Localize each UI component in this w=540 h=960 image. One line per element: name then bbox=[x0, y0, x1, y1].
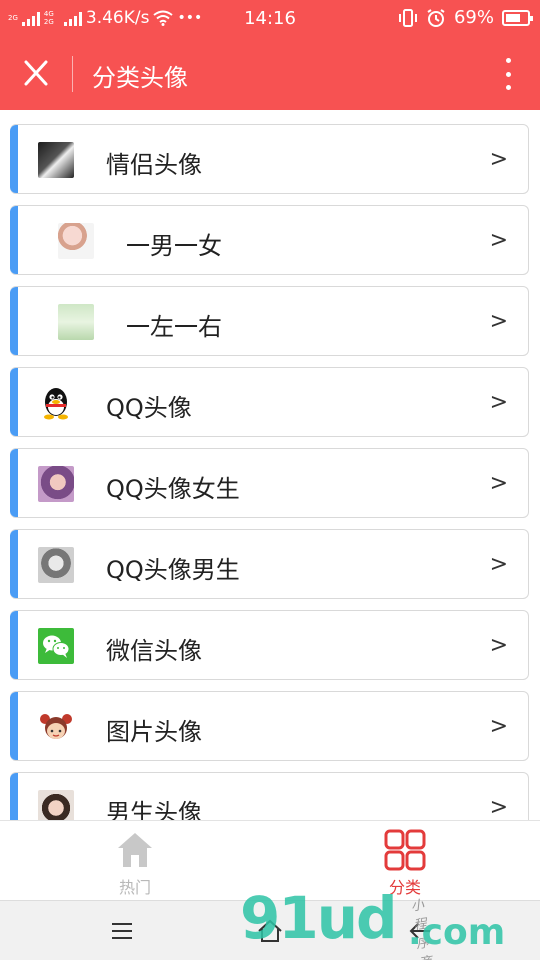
list-item[interactable]: 一左一右 > bbox=[10, 286, 529, 356]
close-icon[interactable] bbox=[18, 58, 54, 90]
row-accent-bar bbox=[10, 368, 18, 436]
chevron-right-icon: > bbox=[489, 714, 508, 739]
tab-label: 热门 bbox=[118, 878, 151, 897]
battery-icon bbox=[502, 9, 533, 26]
list-item-label: 微信头像 bbox=[106, 637, 202, 665]
more-vertical-icon[interactable] bbox=[498, 56, 518, 92]
couple-avatar bbox=[38, 142, 74, 178]
chevron-right-icon: > bbox=[489, 795, 508, 820]
list-item[interactable]: QQ头像女生 > bbox=[10, 448, 529, 518]
cartoon-girl-icon bbox=[40, 714, 72, 739]
list-item[interactable]: 微信头像 > bbox=[10, 610, 529, 680]
chevron-right-icon: > bbox=[489, 552, 508, 577]
page-title: 分类头像 bbox=[92, 64, 188, 92]
row-accent-bar bbox=[10, 611, 18, 679]
alarm-icon bbox=[427, 8, 445, 27]
menu-icon[interactable] bbox=[106, 915, 138, 947]
chevron-right-icon: > bbox=[489, 633, 508, 658]
vibrate-icon bbox=[398, 8, 417, 27]
couple-green-avatar bbox=[58, 304, 94, 340]
boy-bw-avatar bbox=[38, 547, 74, 583]
row-accent-bar bbox=[10, 287, 18, 355]
status-bar: 2G 4G 2G 3.46K/s ••• 14:16 69% bbox=[0, 0, 540, 38]
tab-hot[interactable]: 热门 bbox=[0, 821, 270, 901]
chevron-right-icon: > bbox=[489, 309, 508, 334]
battery-percent: 69% bbox=[453, 7, 494, 28]
chevron-right-icon: > bbox=[489, 228, 508, 253]
battery-fill bbox=[506, 13, 520, 22]
list-item-label: 一男一女 bbox=[126, 232, 222, 260]
title-bar: 分类头像 bbox=[0, 38, 540, 110]
title-divider bbox=[72, 56, 73, 92]
list-item-label: 一左一右 bbox=[126, 313, 222, 341]
list-item-label: QQ头像女生 bbox=[106, 475, 240, 503]
watermark-main: 91ud bbox=[240, 884, 398, 952]
watermark-suffix: .com bbox=[408, 912, 506, 953]
status-right: 69% bbox=[398, 7, 533, 28]
list-item-label: 情侣头像 bbox=[106, 151, 202, 179]
row-accent-bar bbox=[10, 449, 18, 517]
chevron-right-icon: > bbox=[489, 471, 508, 496]
row-accent-bar bbox=[10, 206, 18, 274]
list-item[interactable]: 男生头像 > bbox=[10, 772, 529, 820]
girl-avatar bbox=[38, 466, 74, 502]
qq-penguin-icon bbox=[44, 388, 68, 420]
list-item-label: QQ头像男生 bbox=[106, 556, 240, 584]
grid-icon bbox=[384, 829, 426, 871]
row-accent-bar bbox=[10, 125, 18, 193]
row-accent-bar bbox=[10, 773, 18, 820]
couple-pink-avatar bbox=[58, 223, 94, 259]
list-item-label: 男生头像 bbox=[106, 799, 202, 820]
list-item-label: QQ头像 bbox=[106, 394, 192, 422]
category-list: 情侣头像 > 一男一女 > 一左一右 > QQ头像 > QQ头像女生 > QQ头… bbox=[0, 110, 540, 820]
row-accent-bar bbox=[10, 530, 18, 598]
boy-avatar bbox=[38, 790, 74, 820]
list-item[interactable]: QQ头像男生 > bbox=[10, 529, 529, 599]
row-accent-bar bbox=[10, 692, 18, 760]
wechat-icon bbox=[38, 628, 74, 664]
home-icon bbox=[118, 833, 152, 867]
chevron-right-icon: > bbox=[489, 390, 508, 415]
list-item[interactable]: 情侣头像 > bbox=[10, 124, 529, 194]
chevron-right-icon: > bbox=[489, 147, 508, 172]
list-item[interactable]: 图片头像 > bbox=[10, 691, 529, 761]
list-item[interactable]: 一男一女 > bbox=[10, 205, 529, 275]
list-item-label: 图片头像 bbox=[106, 718, 202, 746]
list-item[interactable]: QQ头像 > bbox=[10, 367, 529, 437]
